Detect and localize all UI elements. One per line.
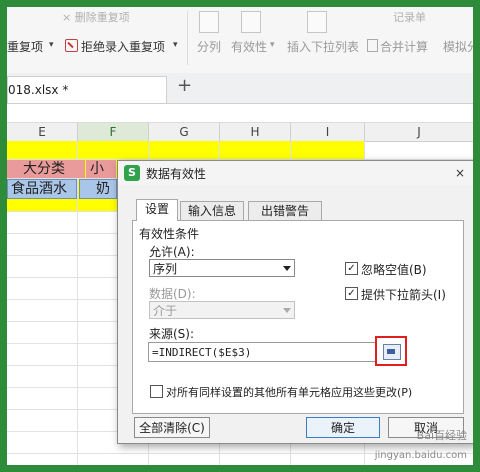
merge-calc-button[interactable]: 合并计算 — [367, 38, 428, 55]
cell-text: 食品酒水 — [11, 181, 67, 197]
wps-app-icon: S — [124, 165, 140, 181]
ribbon: × 删除重复项 记录单 重复项 ▾ 拒绝录入重复项 ▾ 分列 有效性 ▾ 插入下… — [7, 7, 473, 74]
apply-all-label: 对所有同样设置的其他所有单元格应用这些更改(P) — [166, 386, 413, 399]
screenshot-frame: × 删除重复项 记录单 重复项 ▾ 拒绝录入重复项 ▾ 分列 有效性 ▾ 插入下… — [7, 7, 473, 465]
document-tab-bar: 018.xlsx * + — [7, 73, 473, 104]
allow-label: 允许(A): — [149, 245, 195, 259]
formula-bar[interactable] — [7, 104, 473, 123]
column-header-h[interactable]: H — [220, 123, 291, 142]
column-header-g[interactable]: G — [149, 123, 220, 142]
cell-subcategory-value[interactable]: 奶 — [79, 179, 117, 199]
apply-all-checkbox[interactable] — [150, 385, 163, 398]
ribbon-duplicates-item[interactable]: 重复项 — [7, 38, 43, 55]
chevron-down-icon[interactable]: ▾ — [49, 40, 54, 50]
section-title: 有效性条件 — [139, 227, 200, 241]
validity-button[interactable]: 有效性 — [231, 38, 267, 55]
chevron-down-icon[interactable]: ▾ — [270, 40, 275, 50]
data-select: 介于 — [149, 301, 295, 319]
tab-error-alert[interactable]: 出错警告 — [248, 201, 322, 221]
dropdown-arrow-label: 提供下拉箭头(I) — [361, 288, 446, 302]
ignore-blank-label: 忽略空值(B) — [361, 263, 427, 277]
allow-select[interactable]: 序列 — [149, 259, 295, 277]
close-button[interactable]: × — [452, 165, 468, 181]
source-label: 来源(S): — [149, 327, 195, 341]
split-columns-icon — [199, 11, 219, 33]
clear-all-button[interactable]: 全部清除(C) — [134, 417, 210, 438]
chevron-down-icon[interactable]: ▾ — [173, 40, 178, 50]
grid-line — [77, 141, 78, 465]
file-tab-label: 018.xlsx * — [8, 83, 69, 97]
cell-text: 奶 — [96, 181, 110, 197]
reject-icon — [65, 39, 78, 52]
ok-button[interactable]: 确定 — [306, 417, 380, 438]
merge-calc-icon — [367, 39, 378, 52]
watermark-brand: Bai百经验 — [416, 429, 467, 442]
reject-duplicates-button[interactable]: 拒绝录入重复项 — [65, 38, 165, 55]
ribbon-faded-form[interactable]: 记录单 — [393, 9, 426, 25]
validity-icon — [241, 11, 261, 33]
tab-input-message[interactable]: 输入信息 — [180, 201, 244, 221]
ribbon-faded-delete-duplicates[interactable]: × 删除重复项 — [62, 9, 130, 25]
data-select-value: 介于 — [153, 304, 178, 318]
column-header-f[interactable]: F — [78, 123, 149, 142]
cell-category-value[interactable]: 食品酒水 — [7, 179, 77, 199]
data-validation-dialog: S 数据有效性 × 设置 输入信息 出错警告 有效性条件 允许(A): 序列 ✓… — [117, 160, 473, 444]
merge-calc-label: 合并计算 — [380, 40, 429, 54]
file-tab[interactable]: 018.xlsx * — [7, 76, 167, 103]
cell-text: 小 — [90, 161, 104, 177]
ribbon-divider — [187, 11, 188, 65]
ignore-blank-checkbox[interactable]: ✓ — [345, 262, 358, 275]
range-picker-button[interactable] — [375, 336, 407, 366]
source-input[interactable]: =INDIRECT($E$3) — [148, 342, 398, 362]
cell-category-header[interactable]: 大分类 — [7, 160, 85, 178]
insert-dropdown-list-button[interactable]: 插入下拉列表 — [287, 38, 359, 55]
reject-duplicates-label: 拒绝录入重复项 — [81, 40, 166, 54]
column-header-e[interactable]: E — [7, 123, 78, 142]
column-header-i[interactable]: I — [291, 123, 365, 142]
simulate-analysis-button[interactable]: 模拟分 — [443, 38, 473, 55]
cell-subcategory-header[interactable]: 小 — [86, 160, 116, 178]
column-header-j[interactable]: J — [365, 123, 473, 142]
tab-settings[interactable]: 设置 — [136, 199, 178, 221]
watermark-url: jingyan.baidu.com — [374, 450, 467, 461]
chevron-down-icon — [283, 308, 291, 313]
insert-dropdown-icon — [307, 11, 327, 33]
allow-select-value: 序列 — [153, 262, 178, 276]
dialog-title: 数据有效性 — [146, 167, 207, 181]
cell-text: 大分类 — [23, 161, 65, 177]
split-columns-button[interactable]: 分列 — [197, 38, 221, 55]
chevron-down-icon — [283, 266, 291, 271]
collapse-dialog-icon — [383, 344, 401, 360]
new-tab-button[interactable]: + — [177, 75, 192, 96]
dropdown-arrow-checkbox[interactable]: ✓ — [345, 287, 358, 300]
data-label: 数据(D): — [149, 287, 196, 301]
dialog-titlebar[interactable]: S 数据有效性 × — [118, 161, 473, 185]
